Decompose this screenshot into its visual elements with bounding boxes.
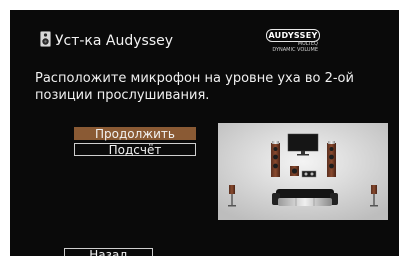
speaker-layout-diagram (218, 123, 388, 220)
subwoofer-icon (290, 166, 299, 176)
sofa-icon (272, 189, 338, 206)
continue-button[interactable]: Продолжить (74, 127, 196, 141)
setup-screen: Уст-ка Audyssey AUDYSSEY MULTEQ DYNAMIC … (10, 10, 399, 256)
speaker-icon (40, 31, 51, 47)
front-left-speaker-icon (271, 141, 280, 177)
back-button[interactable]: Назад (64, 248, 153, 256)
page-title: Уст-ка Audyssey (55, 33, 174, 49)
logo-dynamic-volume-text: DYNAMIC VOLUME (272, 47, 318, 53)
audyssey-logo: AUDYSSEY MULTEQ DYNAMIC VOLUME (260, 27, 326, 55)
center-speaker-icon (301, 170, 317, 178)
front-right-speaker-icon (327, 141, 336, 177)
count-button[interactable]: Подсчёт (74, 143, 196, 157)
instruction-message: Расположите микрофон на уровне уха во 2-… (35, 71, 354, 103)
